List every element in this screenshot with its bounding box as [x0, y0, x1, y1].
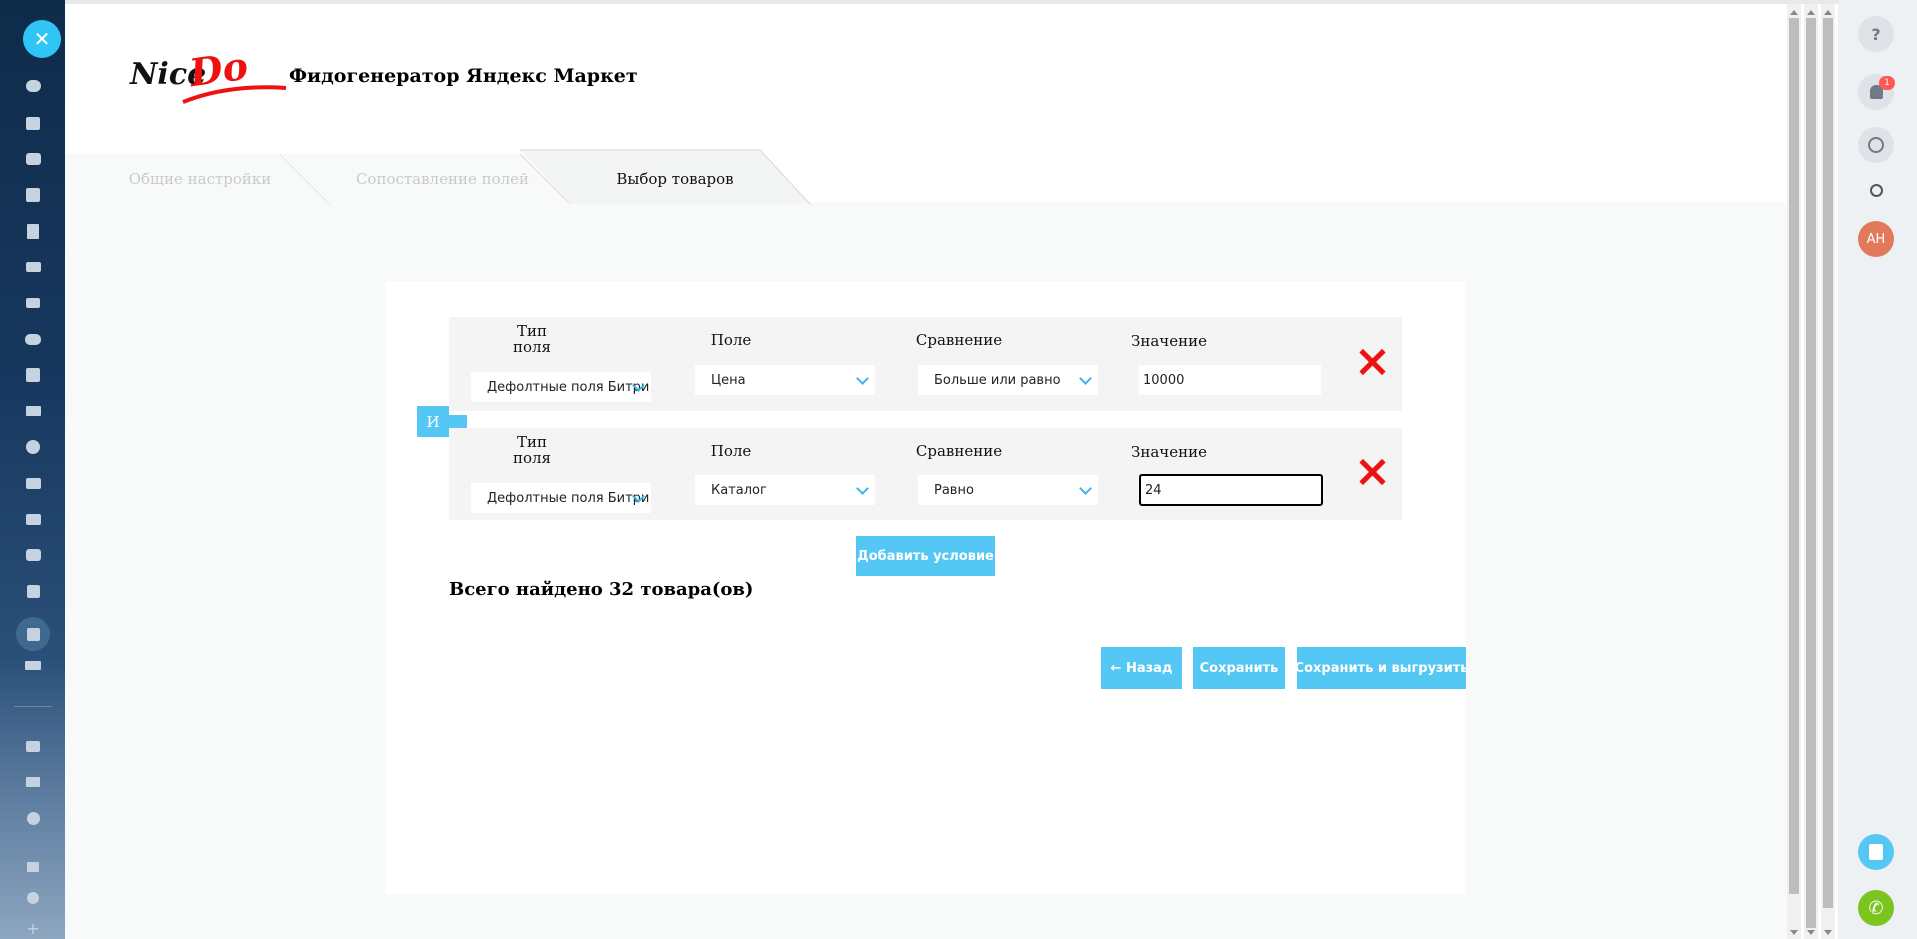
value-input[interactable]: 10000: [1139, 365, 1321, 395]
video-icon[interactable]: [22, 735, 44, 757]
scroll-up-icon[interactable]: [1807, 10, 1815, 15]
scrollbar[interactable]: [1804, 4, 1818, 939]
sites-icon[interactable]: [22, 75, 44, 97]
field-select-value: Цена: [711, 372, 746, 388]
contact-card-icon[interactable]: [22, 508, 44, 530]
filter-icon[interactable]: [22, 400, 44, 422]
app-title: Фидогенератор Яндекс Маркет: [289, 65, 638, 87]
scrollbar-thumb[interactable]: [1806, 18, 1816, 928]
tab-field-mapping[interactable]: Сопоставление полей: [340, 154, 545, 204]
app-box-icon[interactable]: [16, 617, 50, 651]
scrollbar[interactable]: [1787, 4, 1801, 939]
chat-search-icon[interactable]: [1858, 127, 1894, 163]
field-header: Поле: [710, 331, 752, 349]
add-condition-button[interactable]: Добавить условие: [856, 536, 995, 576]
type-select-value: Дефолтные поля Битри: [487, 490, 650, 506]
type-header-line2: поля: [512, 338, 552, 356]
cart-icon[interactable]: [22, 472, 44, 494]
notification-badge: 1: [1879, 76, 1895, 90]
mail-icon[interactable]: [22, 292, 44, 314]
document-icon[interactable]: [22, 220, 44, 242]
employees-icon[interactable]: [22, 328, 44, 350]
conditions-card: Тип поля Поле Сравнение Значение Дефолтн…: [385, 281, 1468, 894]
comparison-select[interactable]: Больше или равно: [918, 365, 1098, 395]
and-connector[interactable]: И: [417, 406, 449, 437]
scroll-down-icon[interactable]: [1807, 930, 1815, 935]
close-icon[interactable]: ✕: [23, 20, 61, 58]
drive-icon[interactable]: [22, 256, 44, 278]
structure-icon[interactable]: [22, 856, 44, 878]
field-select[interactable]: Цена: [695, 365, 875, 395]
value-input[interactable]: 24: [1139, 474, 1323, 506]
scrollbar[interactable]: [1821, 4, 1835, 939]
feed-icon[interactable]: [22, 112, 44, 134]
delete-condition-icon[interactable]: [1357, 457, 1387, 487]
sliders-icon[interactable]: [22, 771, 44, 793]
phone-icon[interactable]: ✆: [1858, 890, 1894, 926]
tab-product-selection[interactable]: Выбор товаров: [585, 154, 765, 204]
chevron-down-icon: [856, 482, 869, 495]
chat-icon[interactable]: [22, 148, 44, 170]
scroll-down-icon[interactable]: [1824, 930, 1832, 935]
comparison-header: Сравнение: [915, 442, 1003, 460]
type-header: Тип поля: [507, 323, 557, 355]
help-icon[interactable]: ?: [1858, 16, 1894, 52]
scroll-up-icon[interactable]: [1790, 10, 1798, 15]
field-select-value: Каталог: [711, 482, 767, 498]
scroll-down-icon[interactable]: [1790, 930, 1798, 935]
total-found-text: Всего найдено 32 товара(ов): [449, 579, 754, 600]
code-icon[interactable]: [22, 654, 44, 676]
condition-row: Тип поля Поле Сравнение Значение Дефолтн…: [449, 317, 1402, 411]
value-header: Значение: [1131, 332, 1207, 350]
type-select-value: Дефолтные поля Битри: [487, 379, 650, 395]
value-header: Значение: [1131, 443, 1207, 461]
comparison-select-value: Больше или равно: [934, 372, 1061, 388]
delete-condition-icon[interactable]: [1357, 347, 1387, 377]
field-select[interactable]: Каталог: [695, 475, 875, 505]
type-select[interactable]: Дефолтные поля Битри: [471, 372, 651, 402]
condition-row: Тип поля Поле Сравнение Значение Дефолтн…: [449, 428, 1402, 520]
scroll-up-icon[interactable]: [1824, 10, 1832, 15]
field-header: Поле: [710, 442, 752, 460]
and-connector-tail: [449, 415, 467, 429]
scrollbar-thumb[interactable]: [1789, 18, 1799, 894]
chevron-down-icon: [1079, 482, 1092, 495]
type-header-line1: Тип: [517, 433, 547, 451]
box-icon[interactable]: [22, 580, 44, 602]
plus-icon[interactable]: +: [22, 917, 44, 939]
search-icon[interactable]: [1858, 172, 1894, 208]
type-header: Тип поля: [507, 434, 557, 466]
right-sidebar: ? 1 АН ✆: [1838, 0, 1917, 939]
scrollbar-thumb[interactable]: [1823, 18, 1833, 908]
save-button[interactable]: Сохранить: [1193, 647, 1285, 689]
robot-icon[interactable]: [22, 544, 44, 566]
back-button[interactable]: ← Назад: [1101, 647, 1182, 689]
sidebar-divider: [14, 706, 52, 707]
type-header-line2: поля: [512, 449, 552, 467]
calendar-icon[interactable]: [22, 184, 44, 206]
comparison-select[interactable]: Равно: [918, 475, 1098, 505]
main-content: Nice Do Фидогенератор Яндекс Маркет Общи…: [65, 4, 1787, 939]
type-select[interactable]: Дефолтные поля Битри: [471, 483, 651, 513]
comparison-select-value: Равно: [934, 482, 974, 498]
chevron-down-icon: [856, 372, 869, 385]
up-circle-icon[interactable]: [22, 807, 44, 829]
header: Nice Do Фидогенератор Яндекс Маркет Общи…: [65, 4, 1787, 204]
nicedo-logo: Nice Do: [129, 44, 287, 104]
gear-icon[interactable]: [22, 887, 44, 909]
tab-bar: Общие настройки Сопоставление полей Выбо…: [65, 148, 965, 204]
tasks-icon[interactable]: [22, 364, 44, 386]
avatar[interactable]: АН: [1858, 221, 1894, 257]
webform-icon[interactable]: [1858, 834, 1894, 870]
type-header-line1: Тип: [517, 322, 547, 340]
comparison-header: Сравнение: [915, 331, 1003, 349]
chevron-down-icon: [1079, 372, 1092, 385]
save-and-export-button[interactable]: Сохранить и выгрузить: [1295, 647, 1468, 689]
tab-general-settings[interactable]: Общие настройки: [120, 154, 280, 204]
target-icon[interactable]: [22, 436, 44, 458]
left-sidebar: ✕ +: [0, 0, 65, 939]
